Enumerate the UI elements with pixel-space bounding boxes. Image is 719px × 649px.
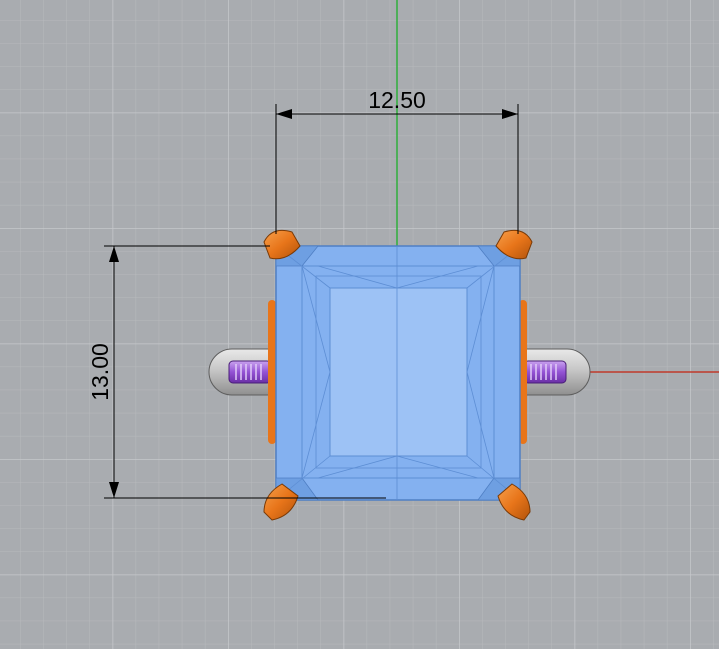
height-dimension-label: 13.00 <box>87 343 113 401</box>
width-dimension-label: 12.50 <box>368 87 426 113</box>
left-bezel-housing[interactable] <box>208 348 277 396</box>
right-bezel-housing[interactable] <box>521 348 591 396</box>
emerald-cut-gem[interactable] <box>275 245 521 501</box>
rhino-viewport[interactable]: 12.50 13.00 <box>0 0 719 649</box>
left-setting-rail <box>268 300 276 444</box>
gem-table-facet <box>329 287 468 457</box>
top-viewport-canvas[interactable]: 12.50 13.00 <box>0 0 719 649</box>
